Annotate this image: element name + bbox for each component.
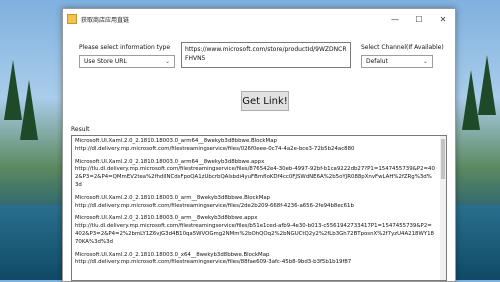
- main-content: Please select information type Use Store…: [63, 29, 455, 281]
- result-item-url[interactable]: http://dl.delivery.mp.microsoft.com/file…: [75, 203, 435, 211]
- result-item-url[interactable]: http://tlu.dl.delivery.mp.microsoft.com/…: [75, 166, 435, 189]
- background-tree: [478, 55, 496, 115]
- result-item-url[interactable]: http://tlu.dl.delivery.mp.microsoft.com/…: [75, 223, 435, 246]
- chevron-down-icon: ⌄: [164, 58, 170, 65]
- app-icon: [67, 14, 77, 24]
- result-item-url[interactable]: http://dl.delivery.mp.microsoft.com/file…: [75, 259, 435, 267]
- info-type-select[interactable]: Use Store URL ⌄: [79, 55, 175, 68]
- result-item: Microsoft.UI.Xaml.2.0_2.1810.18003.0_arm…: [75, 159, 435, 190]
- result-item: Microsoft.UI.Xaml.2.0_2.1810.18003.0_arm…: [75, 195, 435, 211]
- get-link-button[interactable]: Get Link!: [241, 91, 289, 111]
- result-item-name: Microsoft.UI.Xaml.2.0_2.1810.18003.0_arm…: [75, 194, 271, 201]
- result-list: Microsoft.UI.Xaml.2.0_2.1810.18003.0_arm…: [72, 136, 438, 274]
- window-title: 获取商店应用直链: [81, 16, 130, 24]
- result-item-name: Microsoft.UI.Xaml.2.0_2.1810.18003.0_x64…: [75, 251, 270, 258]
- channel-select[interactable]: Defalut ⌄: [361, 55, 433, 68]
- window-controls: — ☐ ✕: [383, 9, 455, 29]
- result-item: Microsoft.UI.Xaml.2.0_2.1810.18003.0_x64…: [75, 252, 435, 268]
- title-bar[interactable]: 获取商店应用直链 — ☐ ✕: [63, 9, 455, 29]
- info-type-label: Please select information type: [79, 44, 171, 51]
- result-item-name: Microsoft.UI.Xaml.2.0_2.1810.18003.0_arm…: [75, 158, 265, 165]
- maximize-button[interactable]: ☐: [407, 9, 431, 29]
- result-item-url[interactable]: http://dl.delivery.mp.microsoft.com/file…: [75, 146, 435, 154]
- result-item: Microsoft.UI.Xaml.2.0_2.1810.18003.0_arm…: [75, 138, 435, 154]
- result-label: Result: [71, 126, 90, 133]
- minimize-button[interactable]: —: [383, 9, 407, 29]
- result-item-name: Microsoft.UI.Xaml.2.0_2.1810.18003.0_arm…: [75, 215, 258, 222]
- chevron-down-icon: ⌄: [422, 58, 428, 65]
- channel-label: Select Channel(If Available): [361, 44, 444, 51]
- store-url-input[interactable]: https://www.microsoft.com/store/productI…: [181, 42, 351, 68]
- info-type-value: Use Store URL: [84, 58, 127, 65]
- background-tree: [20, 80, 38, 140]
- result-scrollbar[interactable]: [440, 136, 446, 280]
- channel-value: Defalut: [366, 58, 388, 65]
- close-button[interactable]: ✕: [431, 9, 455, 29]
- result-textbox[interactable]: Microsoft.UI.Xaml.2.0_2.1810.18003.0_arm…: [71, 135, 447, 281]
- scrollbar-thumb[interactable]: [441, 139, 445, 179]
- result-item: Microsoft.UI.Xaml.2.0_2.1810.18003.0_arm…: [75, 215, 435, 246]
- result-item-name: Microsoft.UI.Xaml.2.0_2.1810.18003.0_arm…: [75, 138, 277, 144]
- app-window: 获取商店应用直链 — ☐ ✕ Please select information…: [62, 8, 456, 282]
